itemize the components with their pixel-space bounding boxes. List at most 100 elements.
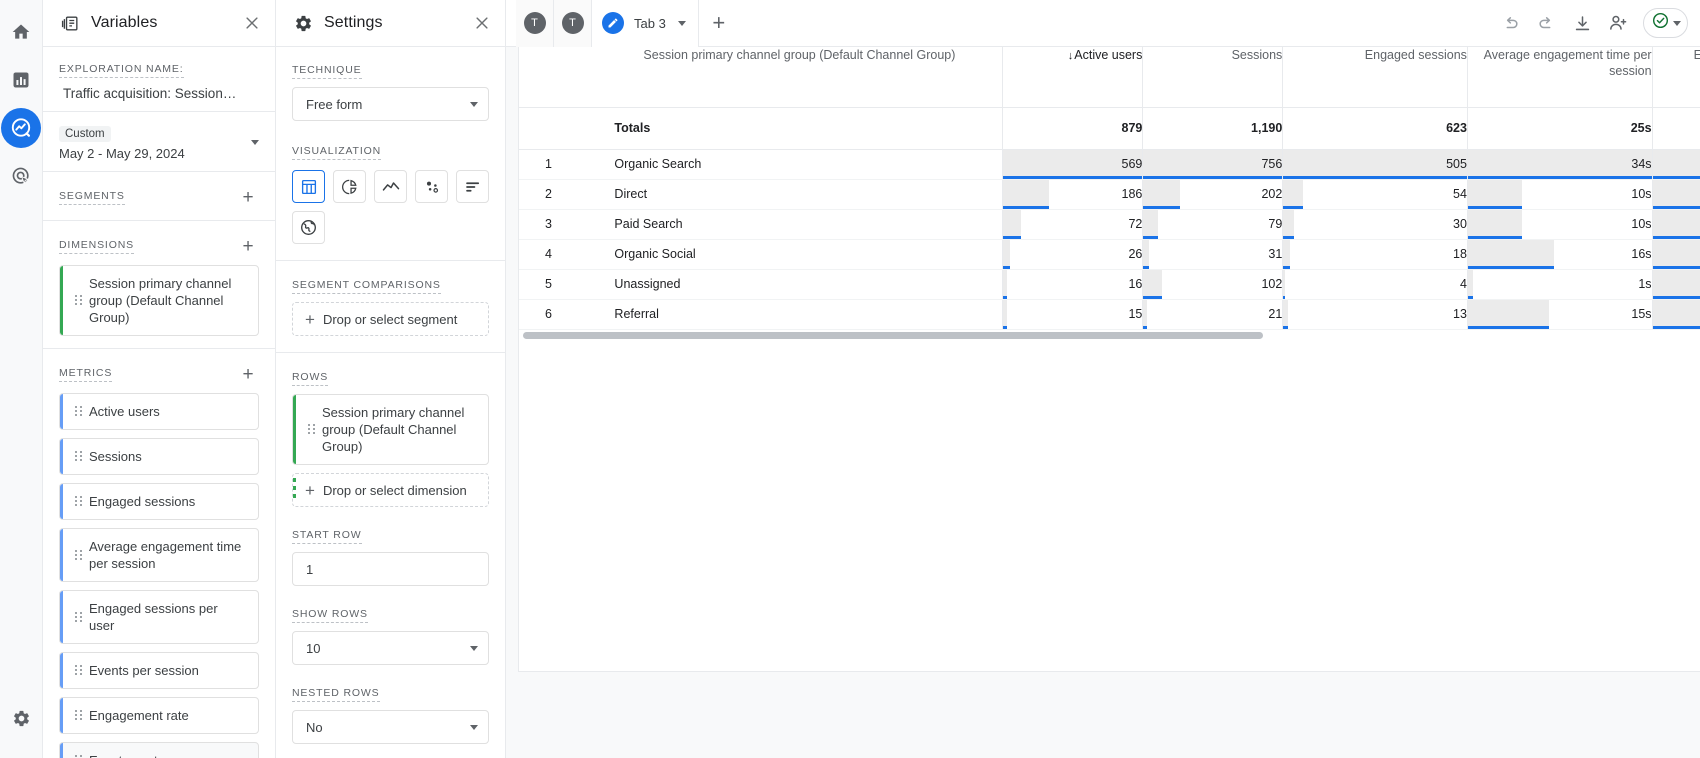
add-segment-button[interactable]: + (237, 186, 259, 208)
column-header-sessions[interactable]: Sessions (1142, 47, 1284, 108)
metric-chip[interactable]: Engaged sessions (59, 483, 259, 520)
chevron-down-icon[interactable] (470, 645, 478, 651)
nested-rows-select[interactable]: No (292, 710, 489, 744)
row-dimension-cell[interactable]: Organic Search (596, 149, 1004, 180)
table-cell-metric-0: 569 (1002, 149, 1144, 180)
drag-handle-icon[interactable] (67, 665, 89, 676)
admin-gear-icon[interactable] (1, 698, 41, 738)
drag-handle-icon[interactable] (67, 710, 89, 721)
drag-handle-icon[interactable] (67, 496, 89, 507)
tab-3[interactable]: Tab 3 (592, 0, 699, 47)
dimension-chip-label: Session primary channel group (Default C… (89, 276, 232, 325)
geo-viz-icon[interactable] (292, 211, 325, 244)
cell-value: 10s (1631, 187, 1652, 201)
cell-bar-line (1467, 326, 1549, 329)
drag-handle-icon[interactable] (67, 611, 89, 623)
share-add-user-icon[interactable] (1602, 7, 1634, 39)
table-cell-metric-2: 4 (1282, 269, 1468, 300)
row-dimension-cell[interactable]: Direct (596, 179, 1004, 210)
metric-chip[interactable]: Average engagement time per session (59, 528, 259, 582)
advertising-icon[interactable] (1, 156, 41, 196)
tab-2[interactable]: T (554, 0, 592, 47)
table-cell-metric-4: 0.25 (1652, 269, 1700, 300)
left-nav-rail (0, 0, 43, 758)
dimension-header[interactable]: Session primary channel group (Default C… (596, 47, 1004, 108)
drag-handle-icon[interactable] (67, 295, 89, 306)
chevron-down-icon[interactable] (470, 101, 478, 107)
horizontal-scrollbar-thumb[interactable] (523, 332, 1263, 339)
chevron-down-icon[interactable] (470, 724, 478, 730)
table-row[interactable]: 1Organic Search56975650534s0.8913.88 (519, 149, 1700, 180)
reports-icon[interactable] (1, 60, 41, 100)
metric-chip[interactable]: Engaged sessions per user (59, 590, 259, 644)
row-dimension-cell[interactable]: Organic Social (596, 239, 1004, 270)
cell-value: 13 (1453, 307, 1467, 321)
drag-handle-icon[interactable] (67, 451, 89, 462)
metric-chip[interactable]: Events per session (59, 652, 259, 689)
scatter-viz-icon[interactable] (415, 170, 448, 203)
add-metric-button[interactable]: + (237, 363, 259, 385)
table-row[interactable]: 4Organic Social26311816s0.6915.65 (519, 239, 1700, 270)
close-icon[interactable] (243, 14, 261, 32)
pencil-icon (602, 12, 624, 34)
donut-viz-icon[interactable] (333, 170, 366, 203)
add-tab-button[interactable]: + (699, 0, 739, 47)
explore-icon[interactable] (1, 108, 41, 148)
column-header-engaged-sessions-per-user[interactable]: Engaged sessions per user (1652, 47, 1700, 108)
cell-bar-background (1283, 269, 1285, 298)
technique-select[interactable]: Free form (292, 87, 489, 121)
chevron-down-icon[interactable] (677, 20, 686, 26)
table-viz-icon[interactable] (292, 170, 325, 203)
row-dimension-cell[interactable]: Paid Search (596, 209, 1004, 240)
status-badge[interactable] (1643, 8, 1688, 38)
metric-chip[interactable]: Engagement rate (59, 697, 259, 734)
cell-bar-line (1143, 206, 1181, 209)
column-header-active-users[interactable]: ↓Active users (1002, 47, 1144, 108)
bar-viz-icon[interactable] (456, 170, 489, 203)
show-rows-select[interactable]: 10 (292, 631, 489, 665)
table-row[interactable]: 5Unassigned1610241s0.256.61 (519, 269, 1700, 300)
line-viz-icon[interactable] (374, 170, 407, 203)
tab-avatar: T (523, 12, 546, 34)
chevron-down-icon[interactable] (1673, 20, 1681, 26)
close-icon[interactable] (473, 14, 491, 32)
metric-chip-label: Engaged sessions per user (89, 601, 218, 633)
segment-dropzone[interactable]: + Drop or select segment (292, 302, 489, 336)
chevron-down-icon[interactable] (251, 140, 259, 145)
start-row-section: START ROW 1 (276, 511, 505, 590)
table-row[interactable]: 2Direct1862025410s0.299.77 (519, 179, 1700, 210)
redo-icon[interactable] (1530, 7, 1562, 39)
table-row[interactable]: 6Referral15211315s0.8716.86 (519, 299, 1700, 330)
table-cell-metric-1: 1,190 (1142, 107, 1284, 150)
rows-dropzone[interactable]: + Drop or select dimension (292, 473, 489, 507)
row-dimension-cell[interactable]: Unassigned (596, 269, 1004, 300)
exploration-name-value[interactable]: Traffic acquisition: Session… (59, 86, 259, 101)
add-dimension-button[interactable]: + (237, 235, 259, 257)
rows-dimension-chip[interactable]: Session primary channel group (Default C… (292, 394, 489, 465)
horizontal-scrollbar[interactable] (519, 332, 1700, 343)
visualization-section: VISUALIZATION (276, 125, 505, 248)
drag-handle-icon[interactable] (67, 549, 89, 561)
date-range-selector[interactable]: Custom May 2 - May 29, 2024 (43, 112, 275, 172)
start-row-input[interactable]: 1 (292, 552, 489, 586)
column-header-avg-engagement-time[interactable]: Average engagement time per session (1467, 47, 1653, 108)
dimension-chip[interactable]: Session primary channel group (Default C… (59, 265, 259, 336)
tab-1[interactable]: T (516, 0, 554, 47)
drag-handle-icon[interactable] (67, 406, 89, 417)
table-cell-metric-1: 79 (1142, 209, 1284, 240)
row-dimension-cell[interactable]: Referral (596, 299, 1004, 330)
metric-chip[interactable]: Sessions (59, 438, 259, 475)
table-cell-metric-3: 10s (1467, 209, 1653, 240)
home-icon[interactable] (1, 12, 41, 52)
download-icon[interactable] (1566, 7, 1598, 39)
table-header: Session primary channel group (Default C… (519, 47, 1700, 108)
column-header-engaged-sessions[interactable]: Engaged sessions (1282, 47, 1468, 108)
cell-bar-background (1467, 239, 1555, 268)
metric-chip[interactable]: Active users (59, 393, 259, 430)
cell-bar-background (1003, 299, 1008, 328)
table-row[interactable]: 3Paid Search72793010s0.4211.76 (519, 209, 1700, 240)
drag-handle-icon[interactable] (300, 424, 322, 435)
start-row-label: START ROW (292, 528, 362, 544)
undo-icon[interactable] (1494, 7, 1526, 39)
metric-chip[interactable]: Event count (59, 742, 259, 758)
